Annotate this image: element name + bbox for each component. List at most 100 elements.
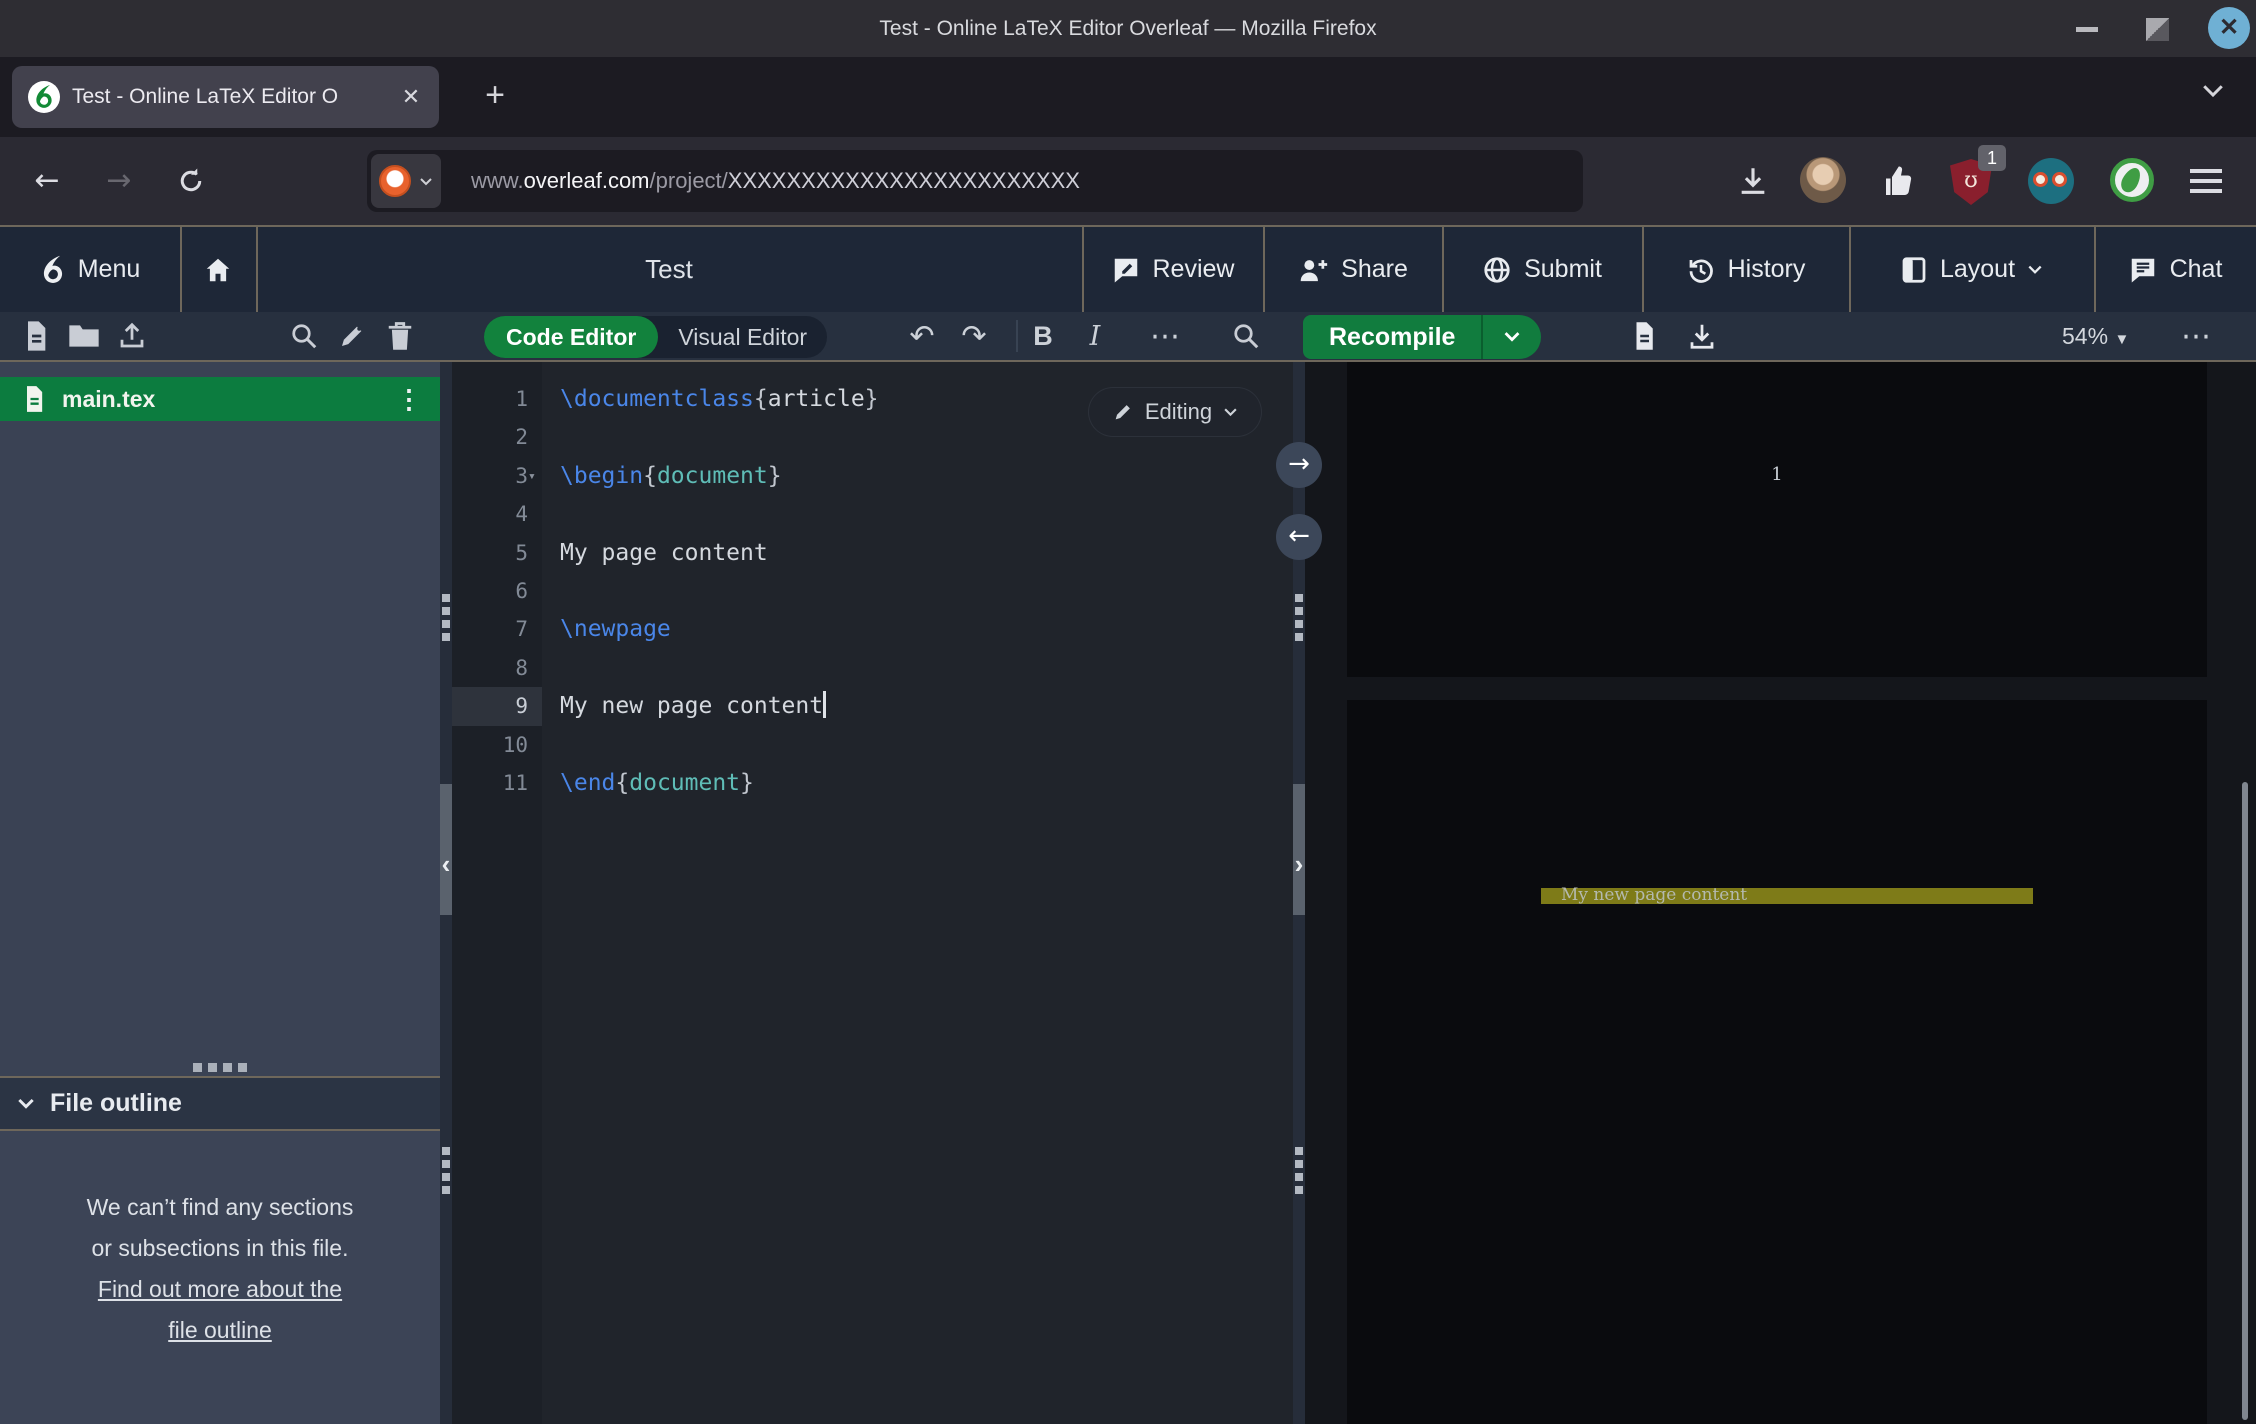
delete-trash-icon[interactable] — [378, 312, 422, 360]
bold-icon[interactable]: B — [1019, 312, 1067, 360]
visual-editor-tab[interactable]: Visual Editor — [658, 316, 827, 358]
share-button[interactable]: Share — [1263, 227, 1442, 312]
rename-pencil-icon[interactable] — [330, 312, 374, 360]
filetree-editor-divider[interactable]: ‹ — [440, 362, 452, 1424]
recompile-dropdown[interactable] — [1483, 329, 1541, 345]
url-bar[interactable]: www.overleaf.com/project/XXXXXXXXXXXXXXX… — [367, 150, 1583, 212]
search-project-icon[interactable] — [282, 312, 326, 360]
profile-avatar[interactable] — [1800, 157, 1846, 203]
chevron-down-icon — [419, 176, 433, 188]
editor-line[interactable]: 9My new page content — [452, 687, 1293, 726]
editor-line[interactable]: 3▾\begin{document} — [452, 457, 1293, 496]
editor-mode-toggle: Code Editor Visual Editor — [484, 316, 827, 358]
tab-title: Test - Online LaTeX Editor O — [72, 66, 382, 128]
editor-line[interactable]: 4 — [452, 495, 1293, 534]
menu-icon[interactable] — [2188, 163, 2224, 199]
line-number: 5 — [452, 534, 542, 573]
list-all-tabs-icon[interactable] — [2198, 75, 2228, 105]
new-tab-button[interactable]: + — [472, 73, 518, 119]
divider-drag-dots[interactable] — [1295, 1147, 1303, 1194]
url-text[interactable]: www.overleaf.com/project/XXXXXXXXXXXXXXX… — [471, 150, 1080, 212]
window-minimize-button[interactable] — [2068, 9, 2108, 49]
forward-icon[interactable]: → — [97, 159, 141, 203]
editor-line[interactable]: 5My page content — [452, 534, 1293, 573]
menu-button[interactable]: Menu — [0, 227, 180, 312]
file-menu-kebab-icon[interactable]: ⋮ — [396, 377, 422, 421]
undo-icon[interactable]: ↶ — [898, 312, 946, 360]
outline-resize-handle[interactable] — [0, 1058, 440, 1076]
pdf-page-2: My new page content — [1347, 700, 2207, 1424]
project-title[interactable]: Test — [256, 227, 1082, 312]
pencil-icon — [1112, 401, 1134, 423]
window-restore-button[interactable] — [2138, 9, 2178, 49]
redo-icon[interactable]: ↷ — [950, 312, 998, 360]
chevron-down-icon: ▼ — [2114, 331, 2129, 348]
extension-icon[interactable] — [1874, 157, 1922, 205]
divider-drag-dots[interactable] — [442, 1147, 450, 1194]
code-text: \begin{document} — [560, 457, 782, 496]
editor-line[interactable]: 7\newpage — [452, 610, 1293, 649]
line-number: 10 — [452, 726, 542, 765]
window-title: Test - Online LaTeX Editor Overleaf — Mo… — [0, 0, 2256, 57]
editor-line[interactable]: 6 — [452, 572, 1293, 611]
code-editor-tab[interactable]: Code Editor — [484, 316, 658, 358]
file-name: main.tex — [62, 386, 155, 413]
downloads-icon[interactable] — [1729, 157, 1777, 205]
new-folder-icon[interactable] — [62, 312, 106, 360]
new-file-icon[interactable] — [14, 312, 58, 360]
tab-close-icon[interactable]: ✕ — [397, 83, 425, 111]
outline-help-link[interactable]: file outline — [168, 1317, 272, 1343]
window-close-button[interactable] — [2208, 7, 2250, 49]
extension-goggles-icon[interactable] — [2028, 158, 2074, 204]
editing-mode-dropdown[interactable]: Editing — [1089, 388, 1261, 436]
layout-button[interactable]: Layout — [1849, 227, 2094, 312]
file-item-main-tex[interactable]: main.tex ⋮ — [0, 377, 440, 421]
review-icon — [1111, 255, 1141, 285]
history-button[interactable]: History — [1642, 227, 1849, 312]
recompile-button[interactable]: Recompile — [1303, 323, 1481, 352]
review-button[interactable]: Review — [1082, 227, 1263, 312]
more-tools-icon[interactable]: ⋯ — [1141, 312, 1189, 360]
compile-logs-icon[interactable] — [1622, 312, 1666, 360]
chat-button[interactable]: Chat — [2094, 227, 2256, 312]
italic-icon[interactable]: I — [1071, 312, 1119, 360]
line-number: 1 — [452, 380, 542, 419]
chevron-down-icon — [16, 1096, 36, 1112]
file-outline-header[interactable]: File outline — [0, 1076, 440, 1131]
pdf-zoom-control[interactable]: 54% ▼ — [2062, 312, 2129, 360]
file-tree-panel: main.tex ⋮ File outline We can’t find an… — [0, 362, 440, 1424]
search-editor-icon[interactable] — [1222, 312, 1270, 360]
pdf-text: My new page content — [1561, 885, 1747, 905]
pdf-more-icon[interactable]: ⋯ — [2172, 312, 2220, 360]
submit-button[interactable]: Submit — [1442, 227, 1642, 312]
browser-tab[interactable]: Test - Online LaTeX Editor O ✕ — [12, 66, 439, 128]
editor-line[interactable]: 10 — [452, 726, 1293, 765]
back-icon[interactable]: ← — [25, 159, 69, 203]
extension-green-icon[interactable] — [2110, 158, 2154, 202]
ublock-badge: 1 — [1978, 145, 2006, 171]
divider-drag-dots[interactable] — [1295, 594, 1303, 641]
search-engine-chip[interactable] — [371, 154, 441, 208]
code-editor-pane[interactable]: 1\documentclass{article}23▾\begin{docume… — [452, 362, 1293, 1424]
file-outline-section: File outline We can’t find any sections … — [0, 1058, 440, 1424]
editor-line[interactable]: 8 — [452, 649, 1293, 688]
outline-help-link[interactable]: Find out more about the — [98, 1276, 342, 1302]
home-button[interactable] — [180, 227, 256, 312]
upload-icon[interactable] — [110, 312, 154, 360]
pdf-scrollbar[interactable] — [2242, 782, 2248, 1420]
firefox-titlebar: Test - Online LaTeX Editor Overleaf — Mo… — [0, 0, 2256, 57]
line-number: 6 — [452, 572, 542, 611]
sync-to-code-button[interactable]: ← — [1276, 514, 1322, 560]
divider-drag-dots[interactable] — [442, 594, 450, 641]
share-icon — [1297, 255, 1329, 285]
sync-to-pdf-button[interactable]: → — [1276, 442, 1322, 488]
overleaf-favicon — [28, 81, 60, 113]
download-pdf-icon[interactable] — [1680, 312, 1724, 360]
editor-line[interactable]: 11\end{document} — [452, 764, 1293, 803]
firefox-tabstrip: Test - Online LaTeX Editor O ✕ + — [0, 57, 2256, 137]
pdf-page-number: 1 — [1347, 464, 2207, 485]
pdf-preview-pane[interactable]: 1 My new page content — [1305, 362, 2256, 1424]
line-number: 11 — [452, 764, 542, 803]
fold-arrow-icon[interactable]: ▾ — [528, 457, 536, 496]
reload-icon[interactable] — [169, 159, 213, 203]
